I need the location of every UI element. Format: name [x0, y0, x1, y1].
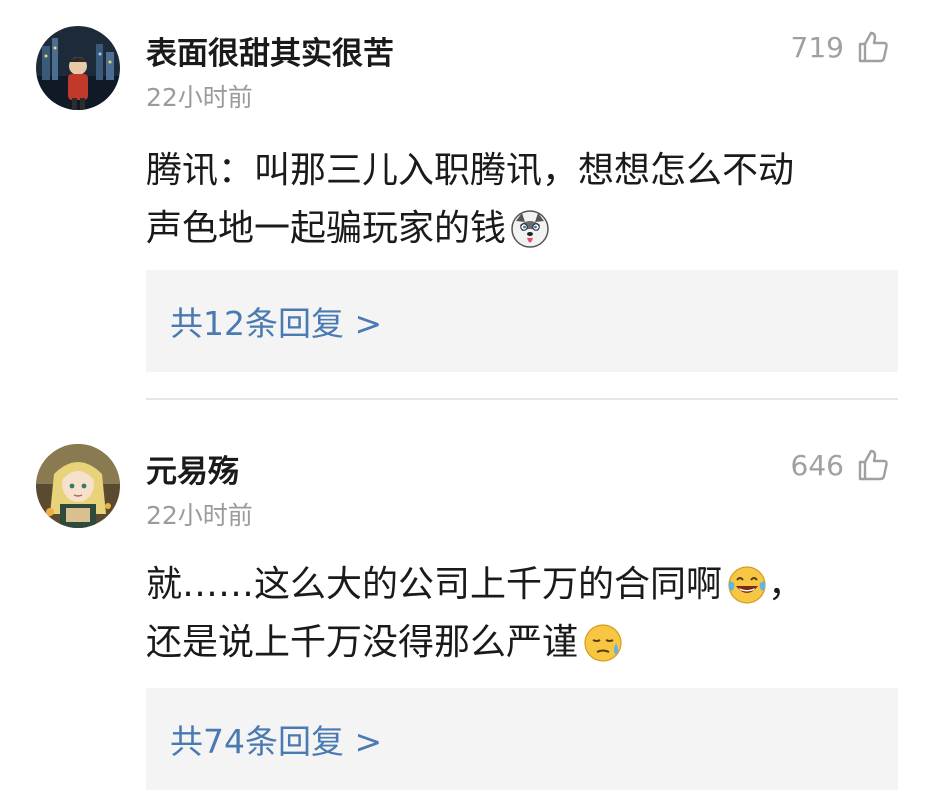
- comment-line-text: 声色地一起骗玩家的钱: [146, 208, 507, 249]
- comment-line-suffix: ，: [768, 564, 805, 605]
- like-button[interactable]: 719: [791, 30, 890, 64]
- username[interactable]: 元易殇: [146, 446, 239, 491]
- comment-text: 就……这么大的公司上千万的合同啊 ， 还是说上千万没得那么严谨: [146, 556, 896, 672]
- comment-item: 元易殇 22小时前 646 就……这么大的公司上千万的合同啊 ， 还是说上千万没…: [0, 400, 934, 804]
- view-replies-button[interactable]: 共74条回复 >: [146, 688, 898, 790]
- thumbs-up-icon[interactable]: [856, 30, 890, 64]
- laughing-tears-emoji-icon: [726, 564, 768, 606]
- comment-line: 腾讯：叫那三儿入职腾讯，想想怎么不动: [146, 150, 795, 191]
- like-count: 719: [790, 30, 844, 64]
- comment-line-with-emoji: 还是说上千万没得那么严谨: [146, 614, 896, 672]
- username[interactable]: 表面很甜其实很苦: [146, 28, 394, 73]
- comment-line-text: 还是说上千万没得那么严谨: [146, 622, 579, 663]
- timestamp: 22小时前: [146, 83, 253, 112]
- comment-line-text: 就……这么大的公司上千万的合同啊: [146, 564, 723, 605]
- comment-line-with-emoji: 声色地一起骗玩家的钱: [146, 200, 896, 258]
- avatar[interactable]: [36, 444, 120, 528]
- cold-sweat-emoji-icon: [582, 621, 626, 665]
- timestamp: 22小时前: [146, 501, 253, 530]
- husky-tongue-emoji-icon: [510, 209, 550, 249]
- view-replies-button[interactable]: 共12条回复 >: [146, 270, 898, 372]
- like-button[interactable]: 646: [791, 448, 890, 482]
- replies-label[interactable]: 共12条回复 >: [170, 297, 382, 345]
- comment-line-with-emoji: 就……这么大的公司上千万的合同啊 ，: [146, 556, 896, 614]
- comment-item: 表面很甜其实很苦 22小时前 719 腾讯：叫那三儿入职腾讯，想想怎么不动 声色…: [0, 0, 934, 400]
- comment-text: 腾讯：叫那三儿入职腾讯，想想怎么不动 声色地一起骗玩家的钱: [146, 142, 896, 258]
- replies-label[interactable]: 共74条回复 >: [170, 715, 382, 763]
- avatar[interactable]: [36, 26, 120, 110]
- like-count: 646: [790, 448, 844, 482]
- thumbs-up-icon[interactable]: [856, 448, 890, 482]
